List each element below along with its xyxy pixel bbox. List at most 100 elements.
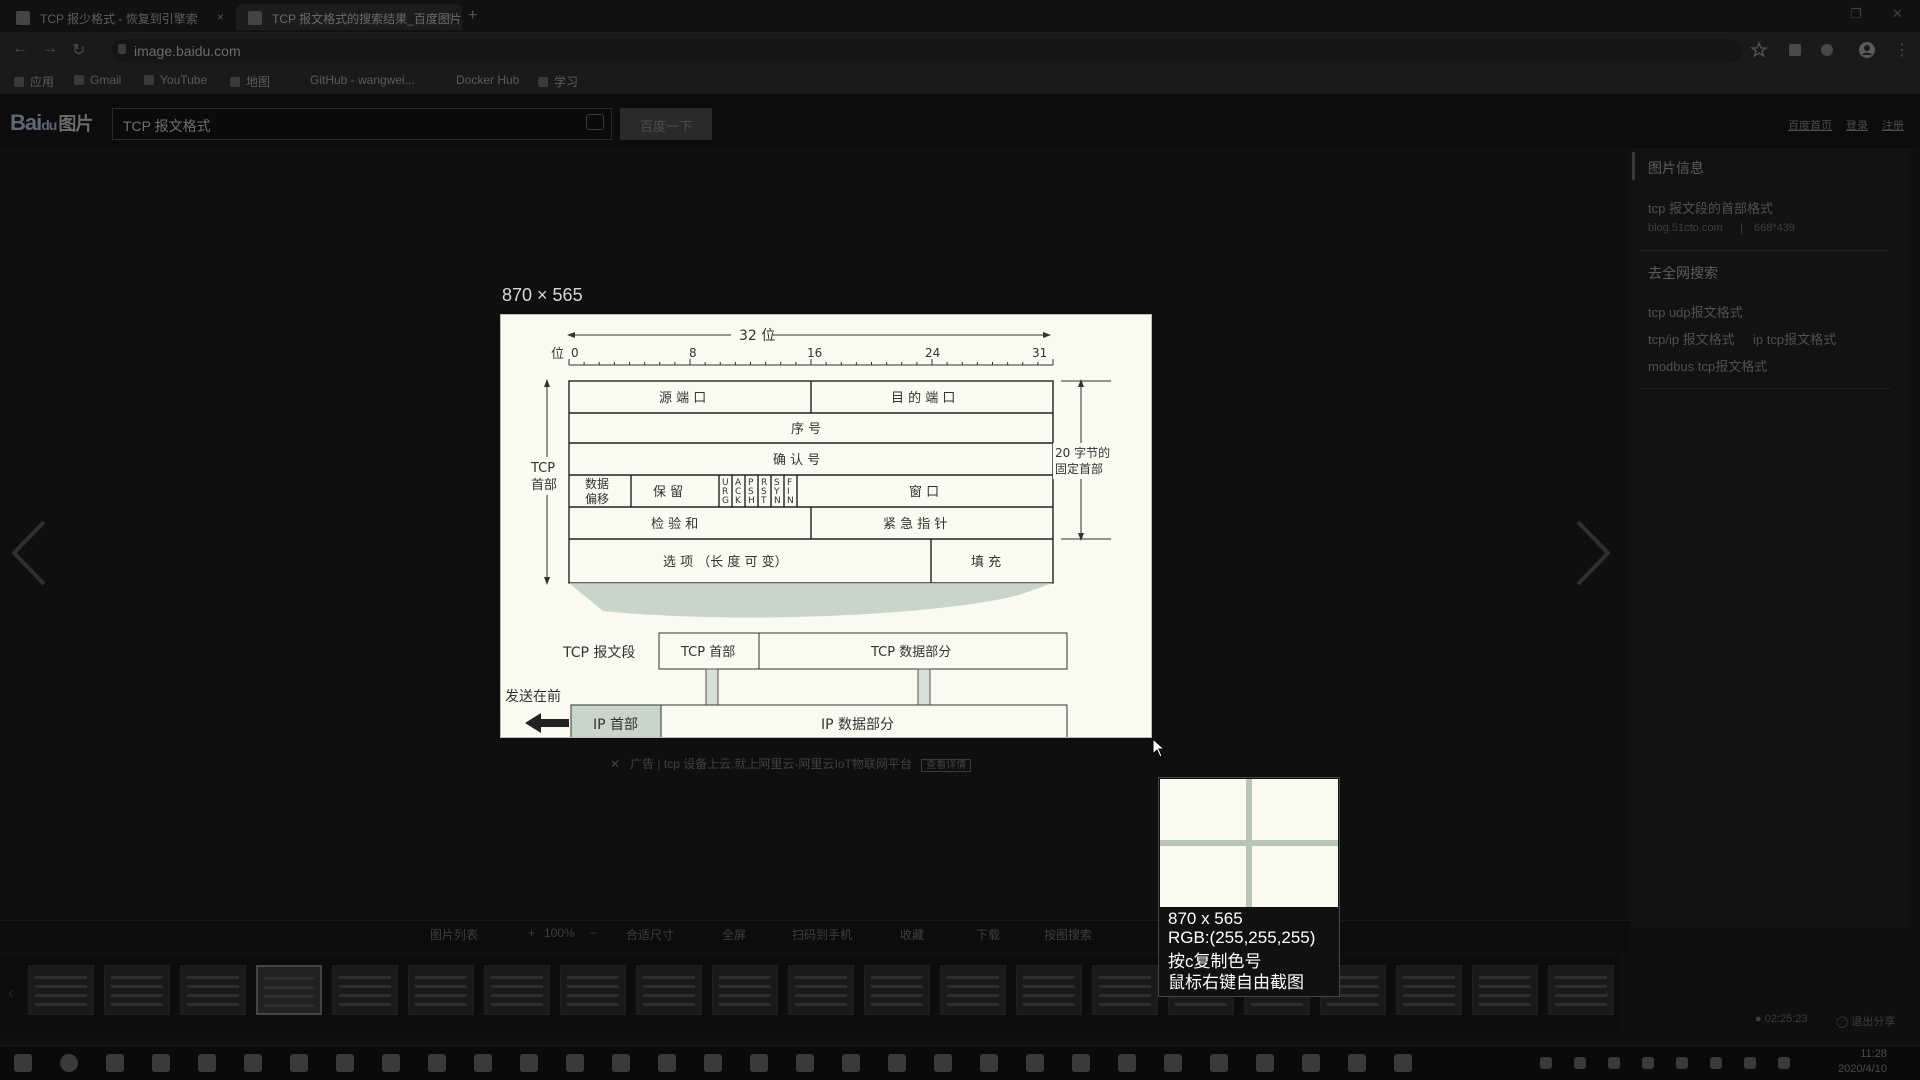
store-icon[interactable] xyxy=(244,1054,262,1072)
tab-1[interactable]: TCP 报少格式 - 恢复到引擎索 × xyxy=(4,4,234,30)
app-icon[interactable] xyxy=(428,1054,446,1072)
tray-icon[interactable] xyxy=(1574,1057,1586,1069)
thumbnail-item[interactable] xyxy=(1472,965,1538,1015)
back-icon[interactable]: ← xyxy=(12,40,28,58)
star-icon[interactable] xyxy=(1750,41,1768,59)
app-icon[interactable] xyxy=(980,1054,998,1072)
thumbnail-item[interactable] xyxy=(864,965,930,1015)
extension-icon[interactable] xyxy=(1786,41,1804,59)
app-icon[interactable] xyxy=(612,1054,630,1072)
mail-icon[interactable] xyxy=(290,1054,308,1072)
thumbnail-item[interactable] xyxy=(28,965,94,1015)
url-field[interactable]: image.baidu.com xyxy=(112,39,1742,63)
related-link-1[interactable]: tcp udp报文格式 xyxy=(1648,302,1743,321)
prev-image-arrow-icon[interactable] xyxy=(8,518,48,588)
next-image-arrow-icon[interactable] xyxy=(1574,518,1614,588)
send-to-phone-button[interactable]: 扫码到手机 xyxy=(792,926,852,943)
system-clock[interactable]: 11:28 2020/4/10 xyxy=(1838,1047,1887,1077)
thumbnail-item[interactable] xyxy=(1016,965,1082,1015)
app-icon[interactable] xyxy=(1118,1054,1136,1072)
thumbnail-item[interactable] xyxy=(484,965,550,1015)
ad-detail-button[interactable]: 查看详情 xyxy=(921,759,972,772)
app-icon[interactable] xyxy=(520,1054,538,1072)
thumb-prev-icon[interactable]: ‹ xyxy=(8,985,13,1003)
menu-icon[interactable]: ⋮ xyxy=(1894,40,1910,60)
chrome-icon[interactable] xyxy=(198,1054,216,1072)
search-button[interactable]: 百度一下 xyxy=(620,108,712,140)
app-icon[interactable] xyxy=(934,1054,952,1072)
reload-icon[interactable]: ↻ xyxy=(72,40,85,60)
app-icon[interactable] xyxy=(1348,1054,1366,1072)
tray-icon[interactable] xyxy=(1744,1057,1756,1069)
app-icon[interactable] xyxy=(1072,1054,1090,1072)
task-view-icon[interactable] xyxy=(106,1054,124,1072)
app-icon[interactable] xyxy=(1256,1054,1274,1072)
thumbnail-item[interactable] xyxy=(636,965,702,1015)
image-title-link[interactable]: tcp 报文段的首部格式 xyxy=(1648,198,1773,217)
bookmark-github[interactable]: GitHub - wangwei... xyxy=(310,73,415,87)
app-icon[interactable] xyxy=(1026,1054,1044,1072)
tray-icon[interactable] xyxy=(1676,1057,1688,1069)
app-icon[interactable] xyxy=(888,1054,906,1072)
login-link[interactable]: 登录 xyxy=(1846,117,1868,133)
thumbnail-item[interactable] xyxy=(332,965,398,1015)
app-icon[interactable] xyxy=(474,1054,492,1072)
app-icon[interactable] xyxy=(566,1054,584,1072)
tray-icon[interactable] xyxy=(1608,1057,1620,1069)
thumbnail-item[interactable] xyxy=(788,965,854,1015)
start-icon[interactable] xyxy=(14,1054,32,1072)
tcp-header-diagram[interactable]: 32 位 位 0 8 16 24 31 源 端 口 目 的 端 口 序 号 确 … xyxy=(500,314,1152,738)
exit-share-button[interactable]: ◯ 退出分享 xyxy=(1836,1013,1895,1029)
fit-size-button[interactable]: 合适尺寸 xyxy=(626,926,674,943)
app-icon[interactable] xyxy=(658,1054,676,1072)
app-icon[interactable] xyxy=(1164,1054,1182,1072)
baidu-logo[interactable]: Baidu 图片 xyxy=(10,110,93,136)
edge-icon[interactable] xyxy=(336,1054,354,1072)
app-icon[interactable] xyxy=(750,1054,768,1072)
app-icon[interactable] xyxy=(842,1054,860,1072)
app-icon[interactable] xyxy=(1302,1054,1320,1072)
thumbnail-item[interactable] xyxy=(180,965,246,1015)
tray-icon[interactable] xyxy=(1540,1057,1552,1069)
tray-icon[interactable] xyxy=(1778,1057,1790,1069)
app-icon[interactable] xyxy=(704,1054,722,1072)
tab-2[interactable]: TCP 报文格式的搜索结果_百度图片 × xyxy=(236,4,462,30)
bookmark-study[interactable]: 学习 xyxy=(538,73,578,90)
camera-icon[interactable] xyxy=(586,114,604,130)
ad-text[interactable]: 广告 | tcp 设备上云,就上阿里云-阿里云IoT物联网平台 xyxy=(630,757,912,771)
thumb-next-icon[interactable]: › xyxy=(1604,985,1609,1003)
tray-icon[interactable] xyxy=(1710,1057,1722,1069)
app-icon[interactable] xyxy=(382,1054,400,1072)
new-tab-button[interactable]: + xyxy=(468,7,477,25)
app-icon[interactable] xyxy=(1210,1054,1228,1072)
app-icon[interactable] xyxy=(1394,1054,1412,1072)
forward-icon[interactable]: → xyxy=(42,40,58,58)
search-by-image-button[interactable]: 按图搜索 xyxy=(1044,926,1092,943)
thumbnail-item[interactable] xyxy=(1396,965,1462,1015)
image-list-button[interactable]: 图片列表 xyxy=(430,926,478,943)
close-ad-icon[interactable]: ✕ xyxy=(610,757,620,771)
thumbnail-item[interactable] xyxy=(408,965,474,1015)
bookmark-maps[interactable]: 地图 xyxy=(230,73,270,90)
image-source[interactable]: blog.51cto.com xyxy=(1648,222,1723,234)
related-link-3[interactable]: ip tcp报文格式 xyxy=(1753,329,1836,348)
zoom-out-icon[interactable]: − xyxy=(590,926,597,940)
bookmark-dockerhub[interactable]: Docker Hub xyxy=(456,73,519,87)
profile-icon[interactable] xyxy=(1858,41,1876,59)
close-tab-icon[interactable]: × xyxy=(217,10,224,24)
app-icon[interactable] xyxy=(796,1054,814,1072)
close-tab-icon[interactable]: × xyxy=(445,10,452,24)
thumbnail-item[interactable] xyxy=(1092,965,1158,1015)
related-link-4[interactable]: modbus tcp报文格式 xyxy=(1648,356,1767,375)
tray-icon[interactable] xyxy=(1642,1057,1654,1069)
extension-circle-icon[interactable] xyxy=(1818,41,1836,59)
zoom-in-icon[interactable]: + xyxy=(528,926,535,940)
thumbnail-item[interactable] xyxy=(256,965,322,1015)
related-link-2[interactable]: tcp/ip 报文格式 xyxy=(1648,329,1735,348)
thumbnail-item[interactable] xyxy=(560,965,626,1015)
thumbnail-item[interactable] xyxy=(104,965,170,1015)
fullscreen-button[interactable]: 全屏 xyxy=(722,926,746,943)
download-button[interactable]: 下载 xyxy=(976,926,1000,943)
file-icon[interactable] xyxy=(152,1054,170,1072)
thumbnail-item[interactable] xyxy=(940,965,1006,1015)
